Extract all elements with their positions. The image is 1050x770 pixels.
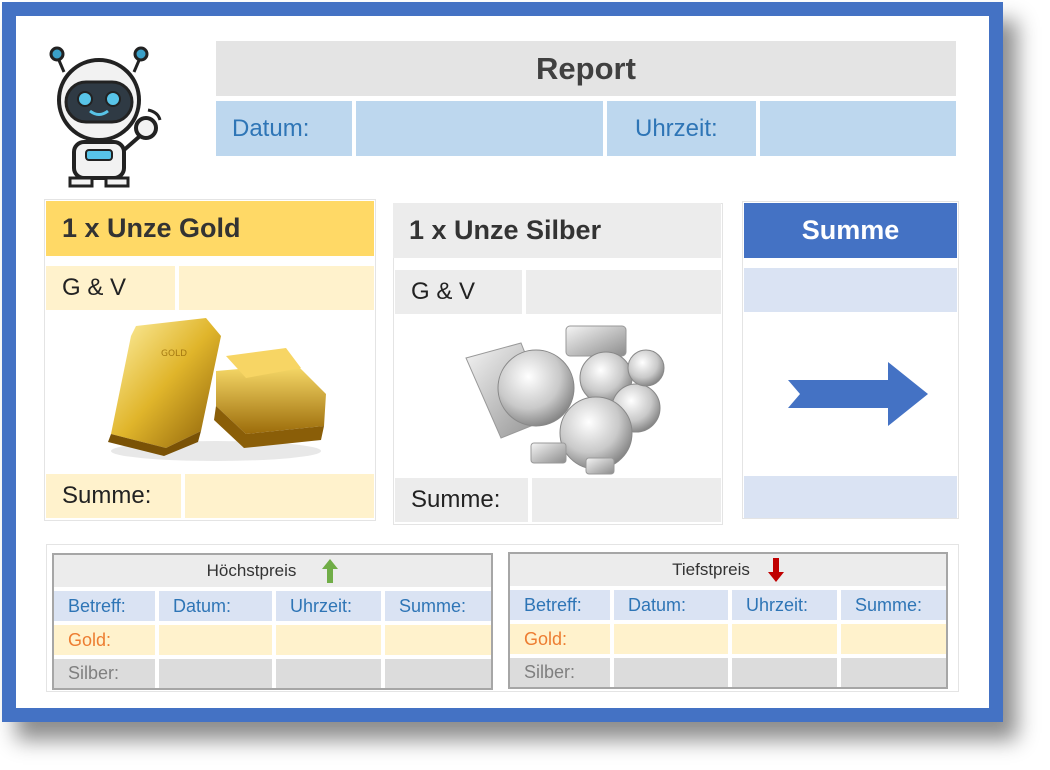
gold-title: 1 x Unze Gold — [46, 201, 374, 256]
uhrzeit-label: Uhrzeit: — [607, 101, 756, 156]
report-frame: Report Datum: Uhrzeit: 1 x Unze Gold G &… — [2, 2, 1003, 722]
gold-gv-label: G & V — [46, 266, 175, 310]
report-canvas: Report Datum: Uhrzeit: 1 x Unze Gold G &… — [16, 16, 989, 708]
high-header-betreff: Betreff: — [54, 591, 155, 621]
low-gold-datum[interactable] — [614, 624, 728, 654]
low-silber-summe[interactable] — [841, 658, 946, 687]
high-row-gold-label: Gold: — [54, 625, 155, 655]
gold-bars-image: GOLD — [108, 318, 326, 461]
silver-summe-field[interactable] — [532, 478, 721, 522]
high-silber-summe[interactable] — [385, 659, 491, 688]
high-gold-datum[interactable] — [159, 625, 272, 655]
high-price-title: Höchstpreis — [206, 561, 297, 580]
low-gold-summe[interactable] — [841, 624, 946, 654]
high-header-datum: Datum: — [159, 591, 272, 621]
summe-top-field[interactable] — [744, 268, 957, 312]
summe-bottom-field[interactable] — [744, 476, 957, 518]
silver-coins-image — [465, 325, 665, 475]
low-price-header: Tiefstpreis — [510, 554, 946, 586]
low-gold-uhrzeit[interactable] — [732, 624, 837, 654]
silver-gv-field[interactable] — [526, 270, 721, 314]
high-header-uhrzeit: Uhrzeit: — [276, 591, 381, 621]
high-price-header: Höchstpreis — [54, 555, 491, 587]
high-silber-datum[interactable] — [159, 659, 272, 688]
low-row-gold-label: Gold: — [510, 624, 610, 654]
low-header-datum: Datum: — [614, 590, 728, 620]
low-row-silber-label: Silber: — [510, 658, 610, 687]
high-header-summe: Summe: — [385, 591, 491, 621]
silver-title: 1 x Unze Silber — [393, 203, 721, 258]
datum-label: Datum: — [216, 101, 352, 156]
high-gold-uhrzeit[interactable] — [276, 625, 381, 655]
low-header-uhrzeit: Uhrzeit: — [732, 590, 837, 620]
robot-mascot-icon — [49, 46, 162, 188]
low-header-summe: Summe: — [841, 590, 946, 620]
up-arrow-icon — [322, 559, 339, 583]
summe-title: Summe — [744, 203, 957, 258]
svg-text:GOLD: GOLD — [161, 349, 187, 359]
silver-gv-label: G & V — [395, 270, 522, 314]
silver-summe-label: Summe: — [395, 478, 528, 522]
low-silber-uhrzeit[interactable] — [732, 658, 837, 687]
down-arrow-icon — [767, 558, 784, 582]
gold-gv-field[interactable] — [179, 266, 374, 310]
uhrzeit-field[interactable] — [760, 101, 956, 156]
high-row-silber-label: Silber: — [54, 659, 155, 688]
right-arrow-icon — [788, 362, 928, 426]
datum-field[interactable] — [356, 101, 603, 156]
gold-summe-label: Summe: — [46, 474, 181, 518]
report-title: Report — [216, 41, 956, 96]
high-silber-uhrzeit[interactable] — [276, 659, 381, 688]
low-silber-datum[interactable] — [614, 658, 728, 687]
high-gold-summe[interactable] — [385, 625, 491, 655]
gold-summe-field[interactable] — [185, 474, 374, 518]
low-header-betreff: Betreff: — [510, 590, 610, 620]
low-price-title: Tiefstpreis — [672, 560, 750, 579]
